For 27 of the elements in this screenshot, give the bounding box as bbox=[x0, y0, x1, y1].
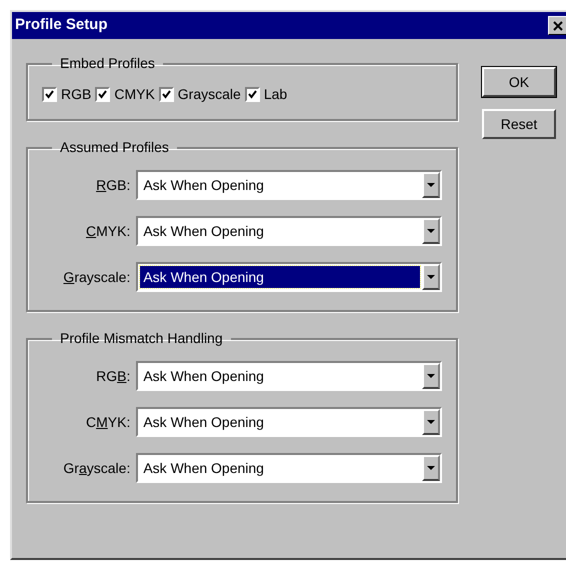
field-label: RGB: bbox=[95, 366, 132, 386]
dropdown[interactable]: Ask When Opening bbox=[136, 407, 442, 437]
dropdown[interactable]: Ask When Opening bbox=[136, 453, 442, 483]
dropdown[interactable]: Ask When Opening bbox=[136, 361, 442, 391]
dialog-button[interactable]: OK bbox=[482, 67, 556, 97]
close-icon[interactable] bbox=[548, 16, 566, 35]
checkbox-label: RGB bbox=[61, 85, 92, 104]
field-label: CMYK: bbox=[84, 222, 132, 240]
dropdown[interactable]: Ask When Opening bbox=[136, 216, 442, 246]
checkbox-label: Grayscale bbox=[178, 85, 241, 104]
checkbox[interactable] bbox=[158, 87, 174, 102]
checkbox[interactable] bbox=[42, 87, 57, 102]
group-title: Embed Profiles bbox=[59, 54, 156, 73]
dialog-button[interactable]: Reset bbox=[482, 109, 556, 139]
field-label: RGB: bbox=[95, 176, 132, 194]
checkbox[interactable] bbox=[244, 87, 260, 102]
group-title: Assumed Profiles bbox=[59, 138, 170, 157]
dropdown[interactable]: Ask When Opening bbox=[136, 262, 442, 292]
checkbox-label: Lab bbox=[264, 85, 288, 104]
field-label: Grayscale: bbox=[62, 268, 132, 287]
checkbox-label: CMYK bbox=[114, 85, 155, 104]
field-label: CMYK: bbox=[84, 412, 132, 432]
checkbox[interactable] bbox=[95, 87, 110, 102]
field-label: Grayscale: bbox=[62, 458, 132, 478]
window-title: Profile Setup bbox=[15, 15, 108, 36]
dropdown[interactable]: Ask When Opening bbox=[136, 170, 442, 200]
group-title: Profile Mismatch Handling bbox=[59, 329, 224, 348]
